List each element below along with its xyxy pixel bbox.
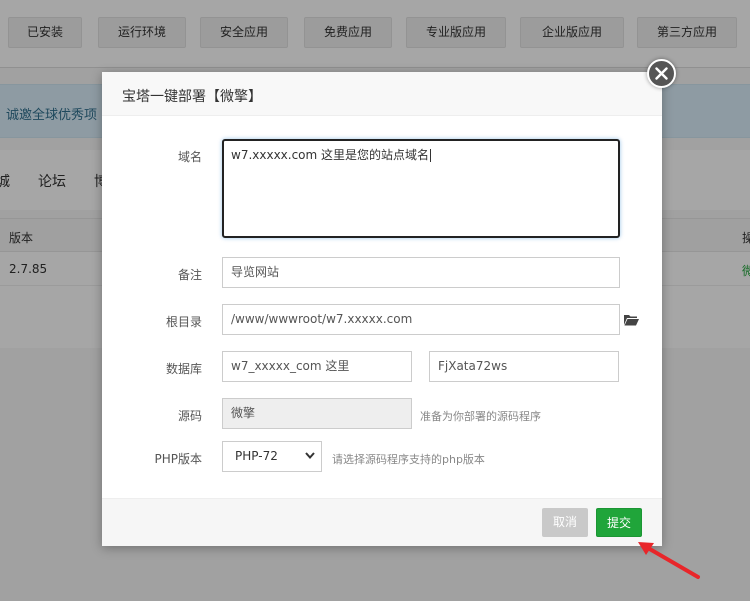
php-version-select[interactable]: PHP-72	[222, 441, 322, 472]
root-dir-input[interactable]: /www/wwwroot/w7.xxxxx.com	[222, 304, 620, 335]
cancel-button[interactable]: 取消	[542, 508, 588, 537]
domain-textarea[interactable]: w7.xxxxx.com 这里是您的站点域名	[222, 139, 620, 238]
php-label: PHP版本	[154, 452, 203, 466]
root-dir-label: 根目录	[165, 315, 202, 329]
domain-label: 域名	[177, 150, 202, 164]
php-version-value: PHP-72	[235, 449, 278, 463]
source-label: 源码	[177, 409, 202, 423]
database-password-input[interactable]: FjXata72ws	[429, 351, 619, 382]
red-arrow-icon	[638, 542, 700, 579]
note-input[interactable]: 导览网站	[222, 257, 620, 288]
source-hint: 准备为你部署的源码程序	[420, 410, 541, 423]
dialog-footer: 取消 提交	[102, 498, 662, 546]
dialog-title: 宝塔一键部署【微擎】	[122, 89, 262, 105]
database-name-input[interactable]: w7_xxxxx_com 这里	[222, 351, 412, 382]
close-button[interactable]	[647, 59, 676, 88]
folder-icon[interactable]	[624, 314, 639, 326]
note-label: 备注	[177, 268, 202, 282]
deploy-dialog: 宝塔一键部署【微擎】 域名 w7.xxxxx.com 这里是您的站点域名 备注 …	[102, 72, 662, 546]
submit-button[interactable]: 提交	[596, 508, 642, 537]
database-label: 数据库	[165, 362, 202, 376]
chevron-down-icon	[305, 452, 315, 459]
text-cursor	[430, 149, 432, 162]
close-icon	[655, 67, 668, 80]
domain-value: w7.xxxxx.com 这里是您的站点域名	[231, 148, 430, 162]
dialog-header: 宝塔一键部署【微擎】	[102, 72, 662, 116]
php-hint: 请选择源码程序支持的php版本	[332, 453, 485, 466]
source-input: 微擎	[222, 398, 412, 429]
